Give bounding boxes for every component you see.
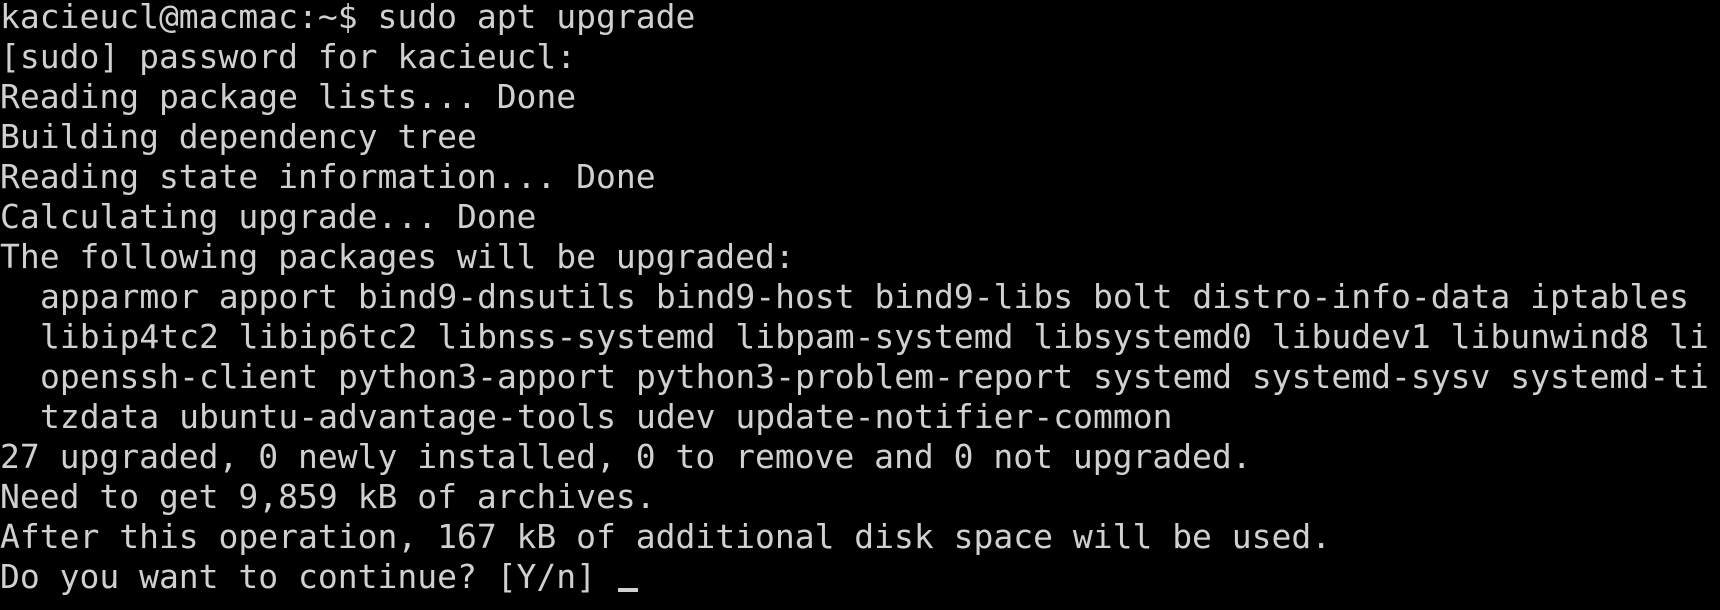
confirm-prompt-line[interactable]: Do you want to continue? [Y/n] <box>0 557 638 597</box>
package-list-line: libip4tc2 libip6tc2 libnss-systemd libpa… <box>40 317 1709 356</box>
terminal-line-command: kacieucl@macmac:~$ sudo apt upgrade <box>0 0 696 36</box>
package-list-line: tzdata ubuntu-advantage-tools udev updat… <box>40 397 1173 436</box>
text-cursor <box>617 588 638 592</box>
terminal-line: The following packages will be upgraded: <box>0 237 795 276</box>
terminal-line: Need to get 9,859 kB of archives. <box>0 477 656 516</box>
terminal-line: Reading state information... Done <box>0 157 656 196</box>
terminal-line-summary: 27 upgraded, 0 newly installed, 0 to rem… <box>0 437 1252 476</box>
terminal-window[interactable]: kacieucl@macmac:~$ sudo apt upgrade [sud… <box>0 0 1720 610</box>
terminal-line: Building dependency tree <box>0 117 477 156</box>
confirm-prompt-text: Do you want to continue? [Y/n] <box>0 557 616 596</box>
terminal-line-sudo-prompt: [sudo] password for kacieucl: <box>0 37 577 76</box>
terminal-line: Reading package lists... Done <box>0 77 577 116</box>
package-list-line: apparmor apport bind9-dnsutils bind9-hos… <box>40 277 1690 316</box>
package-list-line: openssh-client python3-apport python3-pr… <box>40 357 1709 396</box>
terminal-line: After this operation, 167 kB of addition… <box>0 517 1332 556</box>
terminal-line: Calculating upgrade... Done <box>0 197 537 236</box>
